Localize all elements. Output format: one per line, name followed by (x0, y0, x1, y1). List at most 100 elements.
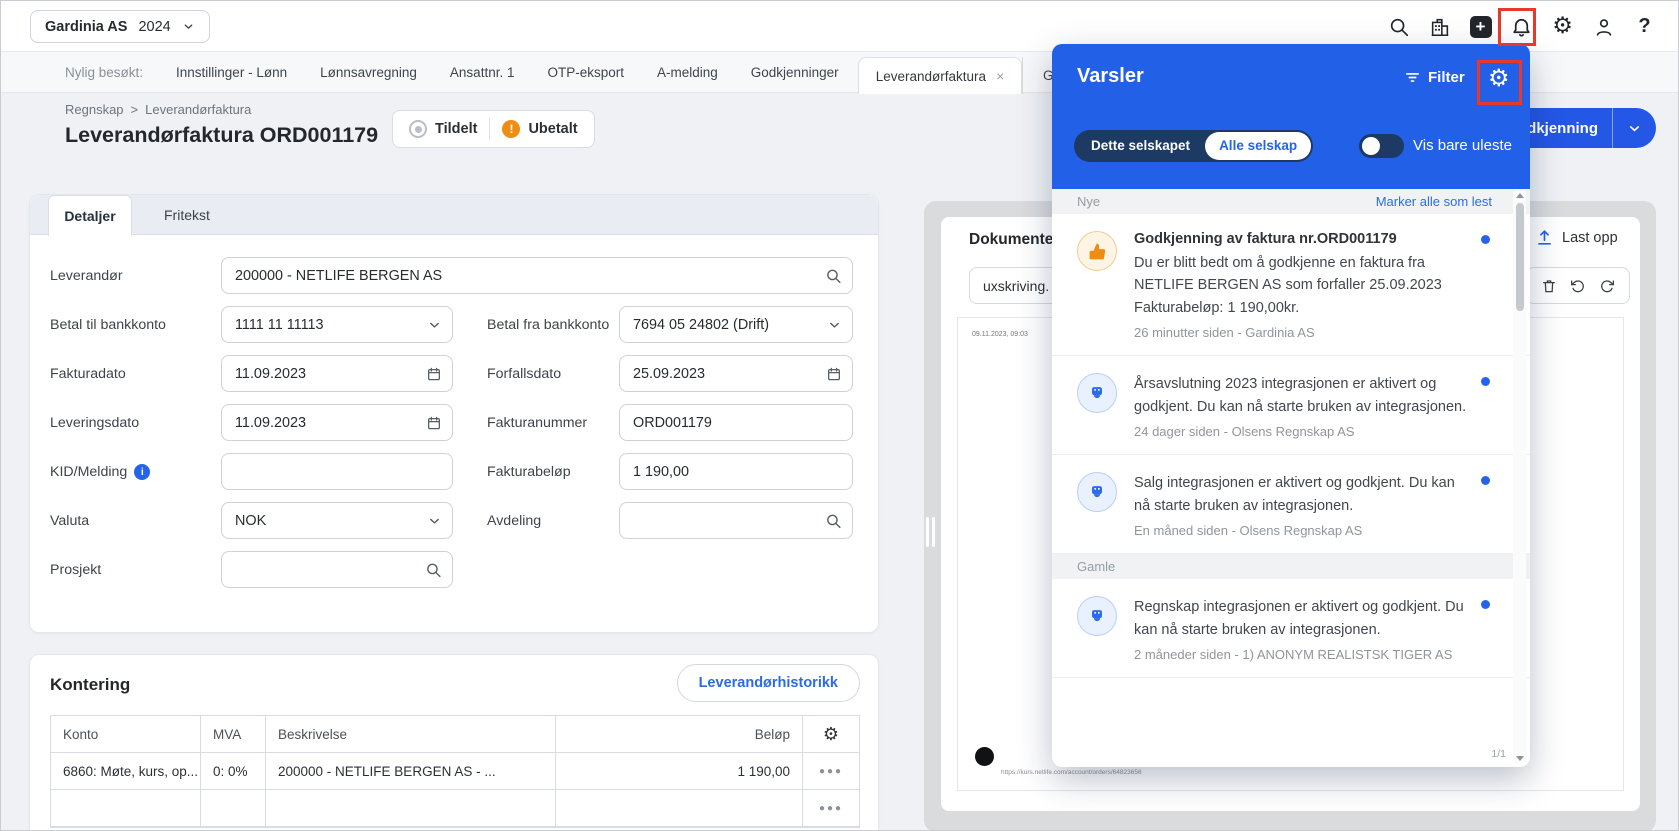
search-icon[interactable] (425, 561, 442, 578)
integration-plug-icon (1077, 373, 1117, 414)
tab-fritekst[interactable]: Fritekst (150, 195, 224, 235)
row-menu-icon[interactable]: ●●● (819, 803, 843, 814)
cell-belop[interactable]: 1 190,00 (556, 753, 803, 790)
invoice-form: Leverandør 200000 - NETLIFE BERGEN AS Be… (30, 235, 878, 610)
avdeling-input[interactable] (619, 502, 853, 539)
valuta-select[interactable]: NOK (221, 502, 453, 539)
fakturabelop-input[interactable]: 1 190,00 (619, 453, 853, 490)
scrollbar[interactable] (1513, 191, 1526, 763)
field-label-leverandor: Leverandør (50, 267, 123, 284)
notification-body: Salg integrasjonen er aktivert og godkje… (1134, 475, 1455, 514)
cell-mva[interactable]: 0: 0% (201, 753, 266, 790)
betal-til-bankkonto-select[interactable]: 1111 11 11113 (221, 306, 453, 343)
segment-dette-selskapet[interactable]: Dette selskapet (1076, 132, 1205, 160)
companies-icon[interactable] (1428, 15, 1451, 38)
filter-button[interactable]: Filter (1404, 69, 1465, 86)
unread-only-toggle[interactable] (1359, 134, 1404, 158)
upload-button[interactable]: Last opp (1535, 228, 1618, 247)
scroll-up-icon[interactable] (1515, 193, 1524, 198)
cell-konto[interactable]: 6860: Møte, kurs, op... (51, 753, 201, 790)
chevron-down-icon (427, 317, 442, 332)
table-row: 6860: Møte, kurs, op... 0: 0% 200000 - N… (51, 753, 859, 790)
notification-item[interactable]: Årsavslutning 2023 integrasjonen er akti… (1052, 356, 1530, 456)
nav-item-godkjenninger[interactable]: Godkjenninger (751, 65, 839, 80)
scroll-down-icon[interactable] (1515, 756, 1524, 761)
company-selector[interactable]: Gardinia AS 2024 (30, 10, 210, 43)
assigned-target-icon (409, 120, 427, 138)
kid-melding-input[interactable] (221, 453, 453, 490)
leveringsdato-input[interactable]: 11.09.2023 (221, 404, 453, 441)
cell-konto[interactable] (51, 790, 201, 827)
nav-item-ansattnr[interactable]: Ansattnr. 1 (450, 65, 515, 80)
panel-resize-handle[interactable] (926, 517, 935, 547)
unread-dot (1481, 476, 1490, 486)
documents-title: Dokumenter (969, 231, 1060, 248)
rotate-cw-icon[interactable] (1599, 278, 1615, 294)
search-icon[interactable] (1387, 15, 1410, 38)
cell-beskrivelse[interactable]: 200000 - NETLIFE BERGEN AS - ... (266, 753, 556, 790)
fakturanummer-input[interactable]: ORD001179 (619, 404, 853, 441)
notifications-bell-icon[interactable] (1510, 15, 1533, 38)
row-actions-cell: ●●● (803, 790, 859, 827)
create-new-icon[interactable]: + (1469, 15, 1492, 38)
notification-meta: En måned siden - Olsens Regnskap AS (1134, 523, 1363, 539)
search-icon[interactable] (825, 512, 842, 529)
rotate-ccw-icon[interactable] (1570, 278, 1586, 294)
nav-item-lonnsavregning[interactable]: Lønnsavregning (320, 65, 417, 80)
breadcrumb-regnskap[interactable]: Regnskap (65, 102, 124, 117)
leverandor-input[interactable]: 200000 - NETLIFE BERGEN AS (221, 257, 853, 294)
profile-icon[interactable] (1592, 15, 1615, 38)
search-icon[interactable] (825, 267, 842, 284)
chat-bubble-icon[interactable] (975, 747, 994, 766)
scrollbar-thumb[interactable] (1515, 203, 1524, 311)
nav-item-a-melding[interactable]: A-melding (657, 65, 718, 80)
tab-leverandorfaktura-active[interactable]: Leverandørfaktura × (858, 57, 1022, 94)
calendar-icon[interactable] (426, 366, 442, 382)
settings-gear-icon[interactable]: ⚙ (1551, 15, 1574, 38)
status-ubetalt-label: Ubetalt (528, 121, 578, 137)
status-tildelt[interactable]: Tildelt (409, 120, 477, 138)
calendar-icon[interactable] (426, 415, 442, 431)
help-icon[interactable]: ? (1633, 15, 1656, 38)
leverandorhistorikk-button[interactable]: Leverandørhistorikk (676, 664, 860, 702)
prosjekt-input[interactable] (221, 551, 453, 588)
field-label-betal-til: Betal til bankkonto (50, 316, 166, 333)
segment-alle-selskap[interactable]: Alle selskap (1205, 132, 1312, 160)
table-header-row: Konto MVA Beskrivelse Beløp ⚙ (51, 716, 859, 753)
notification-item[interactable]: Salg integrasjonen er aktivert og godkje… (1052, 455, 1530, 555)
tab-detaljer[interactable]: Detaljer (48, 195, 132, 236)
row-menu-icon[interactable]: ●●● (819, 766, 843, 777)
delete-trash-icon[interactable] (1541, 278, 1557, 294)
field-label-betal-fra: Betal fra bankkonto (487, 316, 610, 333)
field-label-fakturanummer: Fakturanummer (487, 414, 588, 431)
filter-icon (1406, 73, 1419, 82)
status-divider (489, 118, 491, 140)
notification-item[interactable]: Regnskap integrasjonen er aktivert og go… (1052, 579, 1530, 679)
forfallsdato-input[interactable]: 25.09.2023 (619, 355, 853, 392)
info-icon[interactable]: i (134, 463, 151, 480)
chevron-down-icon (827, 317, 842, 332)
cell-beskrivelse[interactable] (266, 790, 556, 827)
cell-mva[interactable] (201, 790, 266, 827)
notification-meta: 24 dager siden - Olsens Regnskap AS (1134, 424, 1355, 440)
cell-belop[interactable] (556, 790, 803, 827)
mark-all-read-link[interactable]: Marker alle som lest (1376, 194, 1492, 209)
col-mva: MVA (201, 716, 266, 753)
breadcrumb-leverandorfaktura[interactable]: Leverandørfaktura (145, 102, 251, 117)
chevron-down-icon (427, 513, 442, 528)
preview-url: https://kurs.netlife.com/account/orders/… (1001, 769, 1142, 776)
status-ubetalt[interactable]: ! Ubetalt (502, 120, 578, 138)
calendar-icon[interactable] (826, 366, 842, 382)
close-icon[interactable]: × (996, 69, 1004, 83)
nav-item-otp-eksport[interactable]: OTP-eksport (547, 65, 624, 80)
table-settings-gear-icon[interactable]: ⚙ (823, 724, 839, 745)
app-window: Gardinia AS 2024 + ⚙ ? Nylig besøkt: Inn… (0, 0, 1679, 831)
betal-fra-bankkonto-select[interactable]: 7694 05 24802 (Drift) (619, 306, 853, 343)
notification-settings-gear-icon[interactable]: ⚙ (1488, 66, 1510, 90)
nav-item-innstillinger-lonn[interactable]: Innstillinger - Lønn (176, 65, 287, 80)
chevron-down-icon[interactable] (1613, 121, 1656, 136)
thumbs-up-icon (1077, 231, 1117, 271)
section-gamle: Gamle (1052, 554, 1530, 580)
fakturadato-input[interactable]: 11.09.2023 (221, 355, 453, 392)
notification-item[interactable]: Godkjenning av faktura nr.ORD001179 Du e… (1052, 214, 1530, 357)
